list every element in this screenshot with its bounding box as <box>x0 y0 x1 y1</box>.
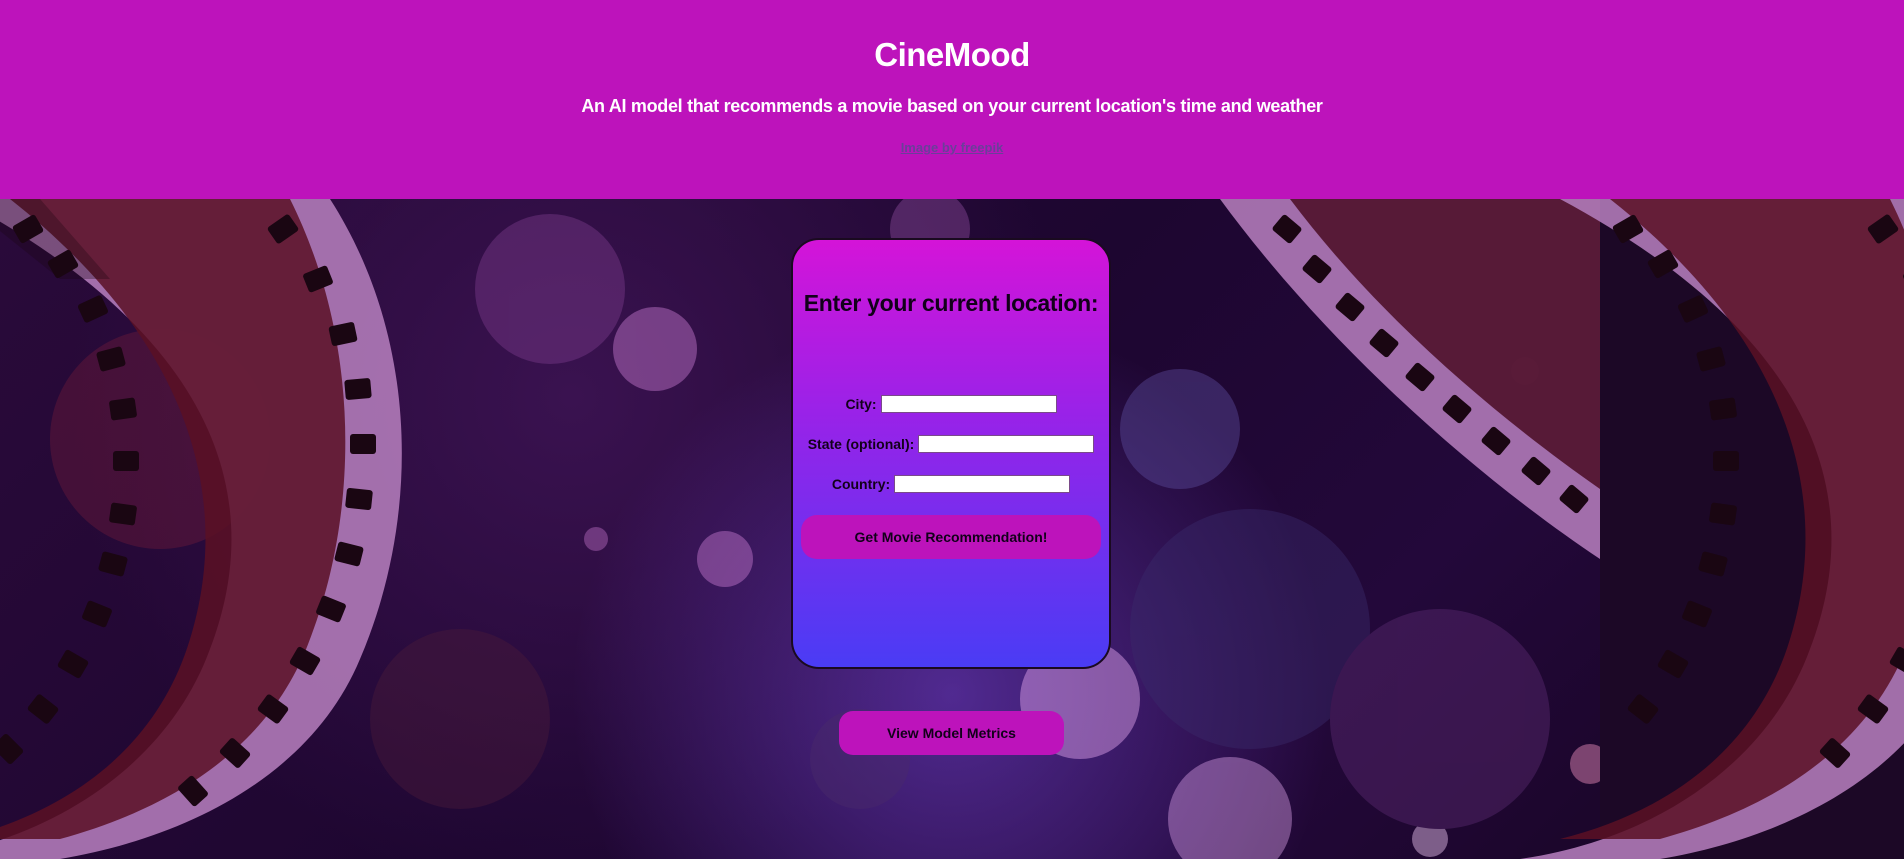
site-header: CineMood An AI model that recommends a m… <box>0 0 1904 199</box>
app-title: CineMood <box>874 36 1030 73</box>
country-input[interactable] <box>894 475 1071 493</box>
location-form-card: Enter your current location: City: State… <box>791 238 1111 669</box>
state-input[interactable] <box>918 435 1095 453</box>
city-row: City: <box>793 395 1109 413</box>
city-input[interactable] <box>880 395 1057 413</box>
get-recommendation-button[interactable]: Get Movie Recommendation! <box>801 515 1101 559</box>
country-row: Country: <box>793 475 1109 493</box>
state-row: State (optional): <box>793 435 1109 453</box>
form-title: Enter your current location: <box>803 290 1099 316</box>
country-label: Country: <box>831 476 891 492</box>
state-label: State (optional): <box>807 436 915 452</box>
city-label: City: <box>845 396 877 412</box>
view-model-metrics-button[interactable]: View Model Metrics <box>839 711 1064 755</box>
app-subtitle: An AI model that recommends a movie base… <box>581 96 1323 116</box>
image-credit-link[interactable]: Image by freepik <box>0 140 1904 155</box>
